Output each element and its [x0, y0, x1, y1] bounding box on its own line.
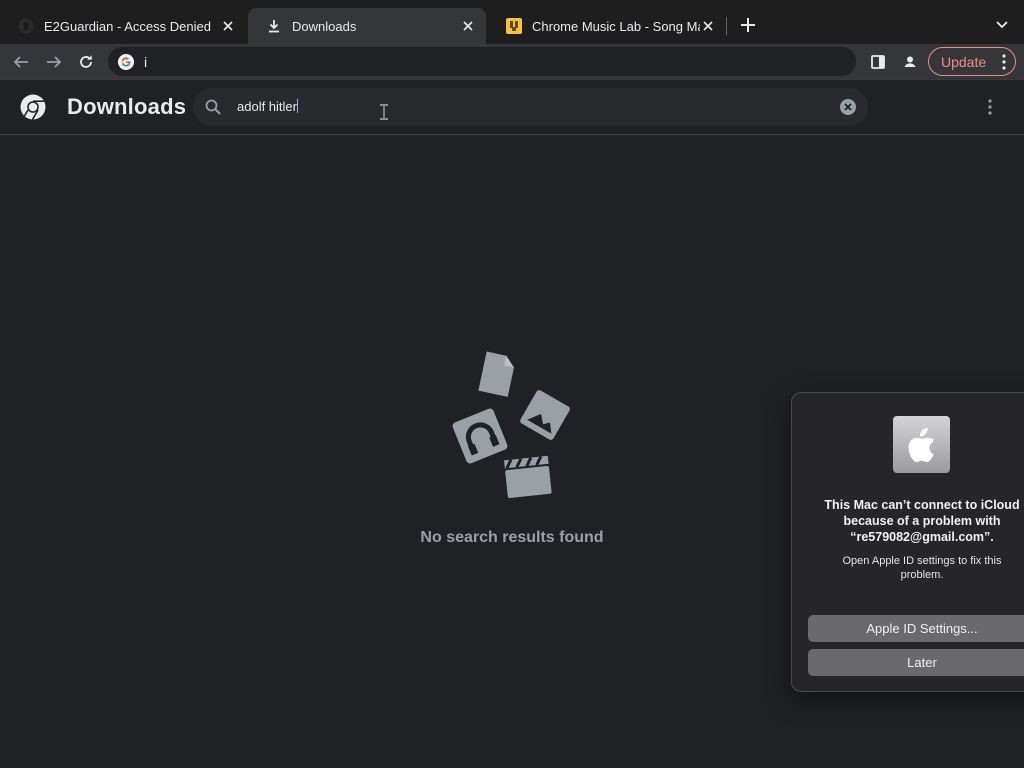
tab-strip: E2Guardian - Access Denied Downloads Chr… [0, 0, 1024, 44]
tab-title: E2Guardian - Access Denied [44, 18, 211, 34]
google-icon [118, 53, 134, 70]
text-caret [296, 99, 298, 113]
tab-song-maker[interactable]: Chrome Music Lab - Song Mak [488, 8, 726, 44]
arrow-right-icon [47, 56, 62, 68]
tab-downloads[interactable]: Downloads [248, 8, 486, 44]
close-icon[interactable] [460, 18, 476, 34]
downloads-search-field[interactable]: adolf hitler [193, 88, 868, 126]
side-panel-button[interactable] [866, 50, 890, 74]
update-button[interactable]: Update [928, 47, 1016, 76]
later-button[interactable]: Later [808, 649, 1024, 676]
more-actions-icon[interactable] [985, 99, 995, 115]
forward-button[interactable] [42, 50, 66, 74]
tab-title: Chrome Music Lab - Song Mak [532, 18, 700, 34]
chrome-logo-icon [20, 94, 46, 120]
tab-title: Downloads [292, 18, 357, 34]
search-icon [205, 99, 221, 115]
tab-separator [726, 17, 727, 35]
download-icon [266, 18, 282, 34]
page-title: Downloads [67, 94, 187, 119]
song-maker-icon [506, 18, 522, 34]
icloud-alert-dialog: This Mac can’t connect to iCloud because… [791, 392, 1024, 692]
new-tab-button[interactable] [738, 15, 758, 35]
downloads-header: Downloads adolf hitler [0, 80, 1024, 135]
chevron-down-icon [996, 21, 1008, 29]
dialog-title: This Mac can’t connect to iCloud because… [824, 498, 1020, 544]
profile-button[interactable] [898, 50, 922, 74]
clear-search-icon[interactable] [840, 99, 856, 115]
profile-icon [901, 53, 919, 71]
address-text: i [144, 53, 148, 70]
search-query: adolf hitler [237, 99, 297, 114]
tab-e2guardian[interactable]: E2Guardian - Access Denied [0, 8, 246, 44]
reload-icon [80, 55, 92, 68]
more-vert-icon [1002, 54, 1006, 70]
arrow-left-icon [13, 56, 28, 68]
address-bar[interactable]: i [108, 47, 856, 76]
github-icon [18, 18, 34, 34]
tab-search-button[interactable] [992, 15, 1012, 35]
apple-id-settings-button[interactable]: Apple ID Settings... [808, 615, 1024, 642]
browser-toolbar: i Update [0, 44, 1024, 80]
plus-icon [741, 18, 755, 32]
reload-button[interactable] [74, 50, 98, 74]
close-icon[interactable] [700, 18, 716, 34]
search-input[interactable]: adolf hitler [237, 99, 298, 114]
side-panel-icon [871, 55, 885, 69]
close-icon[interactable] [220, 18, 236, 34]
update-label: Update [941, 53, 987, 70]
text-cursor-icon [380, 104, 388, 120]
no-results-illustration [452, 351, 570, 499]
dialog-message: Open Apple ID settings to fix this probl… [842, 555, 1002, 581]
apple-logo-icon [893, 416, 950, 473]
back-button[interactable] [9, 50, 33, 74]
